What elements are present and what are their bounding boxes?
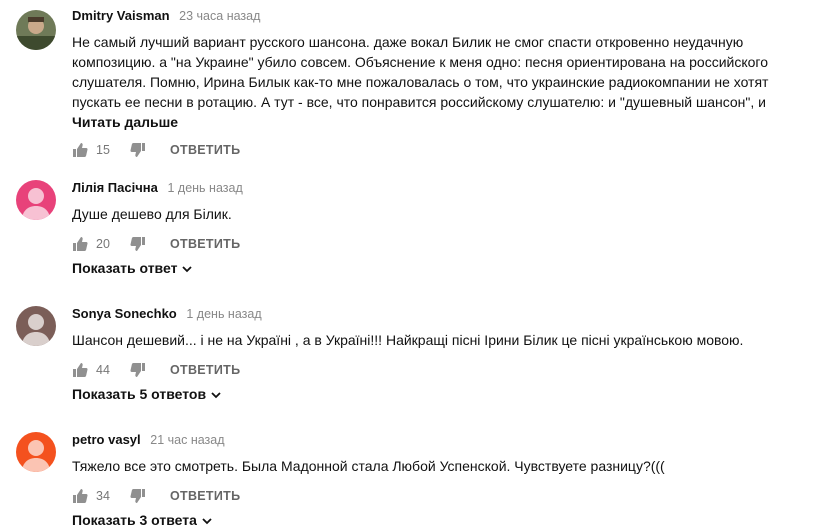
avatar[interactable]: [16, 432, 56, 472]
reply-button[interactable]: ОТВЕТИТЬ: [170, 489, 240, 503]
chevron-down-icon: [210, 388, 222, 400]
comment-actions: 15 ОТВЕТИТЬ: [72, 138, 796, 162]
thumbs-down-icon[interactable]: [130, 488, 146, 504]
like-count: 34: [96, 489, 110, 503]
thumbs-up-icon[interactable]: [72, 488, 88, 504]
comment-timestamp[interactable]: 1 день назад: [186, 307, 261, 321]
comment-author[interactable]: petro vasyl: [72, 432, 141, 447]
chevron-down-icon: [181, 262, 193, 274]
comment-text: Не самый лучший вариант русского шансона…: [72, 32, 796, 112]
read-more-link[interactable]: Читать дальше: [72, 112, 796, 132]
comment-author[interactable]: Sonya Sonechko: [72, 306, 177, 321]
thumbs-up-icon[interactable]: [72, 142, 88, 158]
thumbs-down-icon[interactable]: [130, 236, 146, 252]
comment-text: Душе дешево для Білик.: [72, 206, 232, 222]
reply-button[interactable]: ОТВЕТИТЬ: [170, 237, 240, 251]
avatar[interactable]: [16, 306, 56, 346]
comment-timestamp[interactable]: 23 часа назад: [179, 9, 260, 23]
show-replies-label: Показать 5 ответов: [72, 386, 207, 402]
thumbs-down-icon[interactable]: [130, 362, 146, 378]
thumbs-down-icon[interactable]: [130, 142, 146, 158]
chevron-down-icon: [201, 514, 213, 526]
comment-actions: 34 ОТВЕТИТЬ: [72, 484, 796, 508]
show-replies-button[interactable]: Показать 5 ответов: [72, 386, 796, 402]
comment-actions: 20 ОТВЕТИТЬ: [72, 232, 796, 256]
comment-text: Тяжело все это смотреть. Была Мадонной с…: [72, 458, 665, 474]
like-count: 20: [96, 237, 110, 251]
reply-button[interactable]: ОТВЕТИТЬ: [170, 363, 240, 377]
like-count: 15: [96, 143, 110, 157]
show-replies-label: Показать ответ: [72, 260, 178, 276]
thumbs-up-icon[interactable]: [72, 236, 88, 252]
show-replies-button[interactable]: Показать 3 ответа: [72, 512, 796, 528]
comment-text: Шансон дешевий... і не на Україні , а в …: [72, 332, 744, 348]
thumbs-up-icon[interactable]: [72, 362, 88, 378]
comment-author[interactable]: Лілія Пасічна: [72, 180, 158, 195]
show-replies-label: Показать 3 ответа: [72, 512, 197, 528]
comment-text-content: Не самый лучший вариант русского шансона…: [72, 34, 769, 110]
avatar[interactable]: [16, 10, 56, 50]
comment-timestamp[interactable]: 21 час назад: [150, 433, 224, 447]
comment-timestamp[interactable]: 1 день назад: [167, 181, 242, 195]
avatar[interactable]: [16, 180, 56, 220]
comment-author[interactable]: Dmitry Vaisman: [72, 8, 170, 23]
like-count: 44: [96, 363, 110, 377]
reply-button[interactable]: ОТВЕТИТЬ: [170, 143, 240, 157]
show-replies-button[interactable]: Показать ответ: [72, 260, 796, 276]
comment-actions: 44 ОТВЕТИТЬ: [72, 358, 796, 382]
